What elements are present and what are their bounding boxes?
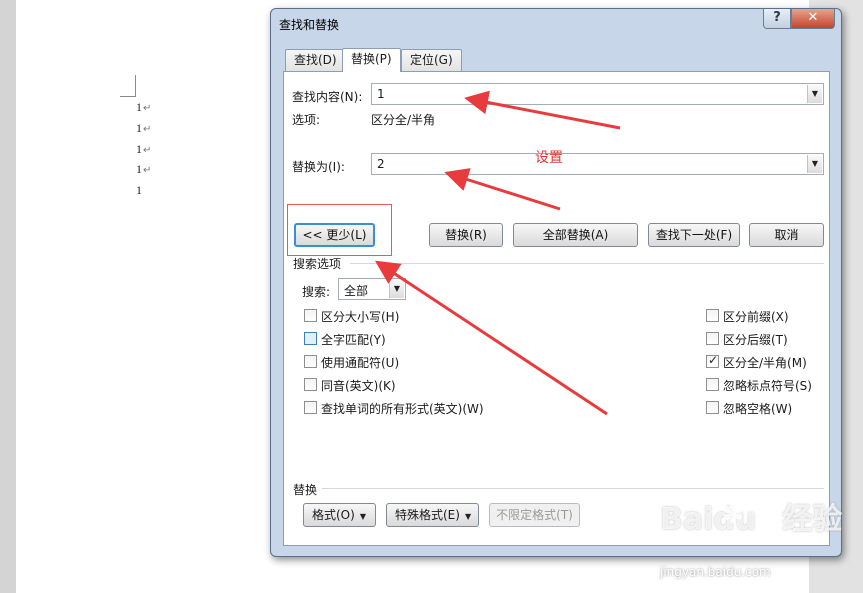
options-label: 选项: <box>292 113 321 127</box>
replace-tab-panel: 查找内容(N): 1 ▼ 选项: 区分全/半角 替换为(I): 2 ▼ << 更… <box>283 71 830 546</box>
tab-goto[interactable]: 定位(G) <box>401 49 462 71</box>
chevron-down-icon[interactable]: ▼ <box>807 85 822 103</box>
document-line: 1↵ <box>136 100 152 114</box>
replace-with-label: 替换为(I): <box>292 160 345 174</box>
match-case-checkbox[interactable] <box>304 309 317 322</box>
document-line: 1↵ <box>136 121 152 135</box>
sounds-like-checkbox[interactable] <box>304 378 317 391</box>
replace-with-value: 2 <box>377 157 385 171</box>
ignore-space-checkbox[interactable] <box>706 401 719 414</box>
watermark-url: jingyan.baidu.com <box>660 565 771 579</box>
match-suffix-label: 区分后缀(T) <box>723 333 788 347</box>
format-button-label: 格式(O) <box>312 508 355 522</box>
find-what-label: 查找内容(N): <box>292 90 363 104</box>
replace-with-combobox[interactable]: 2 ▼ <box>371 153 824 175</box>
replace-section-heading: 替换 <box>293 483 318 497</box>
ignore-punctuation-checkbox[interactable] <box>706 378 719 391</box>
document-line: 1↵ <box>136 162 152 176</box>
close-icon: ✕ <box>807 10 819 25</box>
paragraph-mark-icon: ↵ <box>143 165 152 176</box>
find-next-button[interactable]: 查找下一处(F) <box>648 223 740 247</box>
margin-corner-mark <box>120 75 136 97</box>
paw-icon: ✽ <box>722 500 744 530</box>
highlight-box <box>287 204 392 256</box>
all-word-forms-checkbox[interactable] <box>304 401 317 414</box>
annotation-text: 设置 <box>535 150 563 166</box>
ignore-punctuation-label: 忽略标点符号(S) <box>723 379 812 393</box>
sounds-like-label: 同音(英文)(K) <box>321 379 396 393</box>
chevron-down-icon: ▼ <box>464 512 472 521</box>
format-menu-button[interactable]: 格式(O) ▼ <box>303 503 376 527</box>
help-button[interactable]: ? <box>763 9 791 29</box>
divider <box>350 263 824 264</box>
search-direction-value: 全部 <box>344 284 369 298</box>
match-case-label: 区分大小写(H) <box>321 310 400 324</box>
paragraph-mark-icon: ↵ <box>143 145 152 156</box>
chevron-down-icon: ▼ <box>359 512 366 521</box>
find-what-combobox[interactable]: 1 ▼ <box>371 83 824 105</box>
match-suffix-checkbox[interactable] <box>706 332 719 345</box>
dialog-title: 查找和替换 <box>279 18 340 32</box>
match-width-checkbox[interactable]: ✓ <box>706 353 719 368</box>
ignore-space-label: 忽略空格(W) <box>723 402 793 416</box>
watermark-logo: Baidu 经验 <box>660 502 843 537</box>
paragraph-mark-icon: ↵ <box>143 124 152 135</box>
replace-button[interactable]: 替换(R) <box>429 223 503 247</box>
divider <box>322 488 824 489</box>
cancel-button[interactable]: 取消 <box>749 223 824 247</box>
paragraph-mark-icon: ↵ <box>143 103 152 114</box>
options-value: 区分全/半角 <box>371 113 436 127</box>
find-replace-dialog: 查找和替换 ? ✕ 查找(D) 替换(P) 定位(G) 查找内容(N): 1 ▼… <box>270 8 842 557</box>
replace-all-button[interactable]: 全部替换(A) <box>513 223 638 247</box>
tab-replace[interactable]: 替换(P) <box>342 48 401 72</box>
tab-find[interactable]: 查找(D) <box>285 49 346 71</box>
search-direction-label: 搜索: <box>302 285 331 299</box>
search-options-heading: 搜索选项 <box>293 257 342 271</box>
document-line: 1↵ <box>136 142 152 156</box>
whole-word-label: 全字匹配(Y) <box>321 333 386 347</box>
special-menu-button[interactable]: 特殊格式(E) ▼ <box>386 503 479 527</box>
match-prefix-checkbox[interactable] <box>706 309 719 322</box>
find-what-value: 1 <box>377 87 385 101</box>
all-word-forms-label: 查找单词的所有形式(英文)(W) <box>321 402 484 416</box>
search-direction-select[interactable]: 全部 ▼ <box>338 278 406 300</box>
match-prefix-label: 区分前缀(X) <box>723 310 789 324</box>
chevron-down-icon[interactable]: ▼ <box>807 155 822 173</box>
checkmark-icon: ✓ <box>708 353 719 367</box>
no-formatting-button[interactable]: 不限定格式(T) <box>489 503 580 527</box>
document-line: 1 <box>136 183 142 197</box>
help-icon: ? <box>773 10 781 25</box>
whole-word-checkbox[interactable] <box>304 332 317 345</box>
wildcards-checkbox[interactable] <box>304 355 317 368</box>
special-button-label: 特殊格式(E) <box>395 508 460 522</box>
wildcards-label: 使用通配符(U) <box>321 356 400 370</box>
chevron-down-icon[interactable]: ▼ <box>389 280 404 298</box>
close-button[interactable]: ✕ <box>791 9 835 29</box>
match-width-label: 区分全/半角(M) <box>723 356 807 370</box>
